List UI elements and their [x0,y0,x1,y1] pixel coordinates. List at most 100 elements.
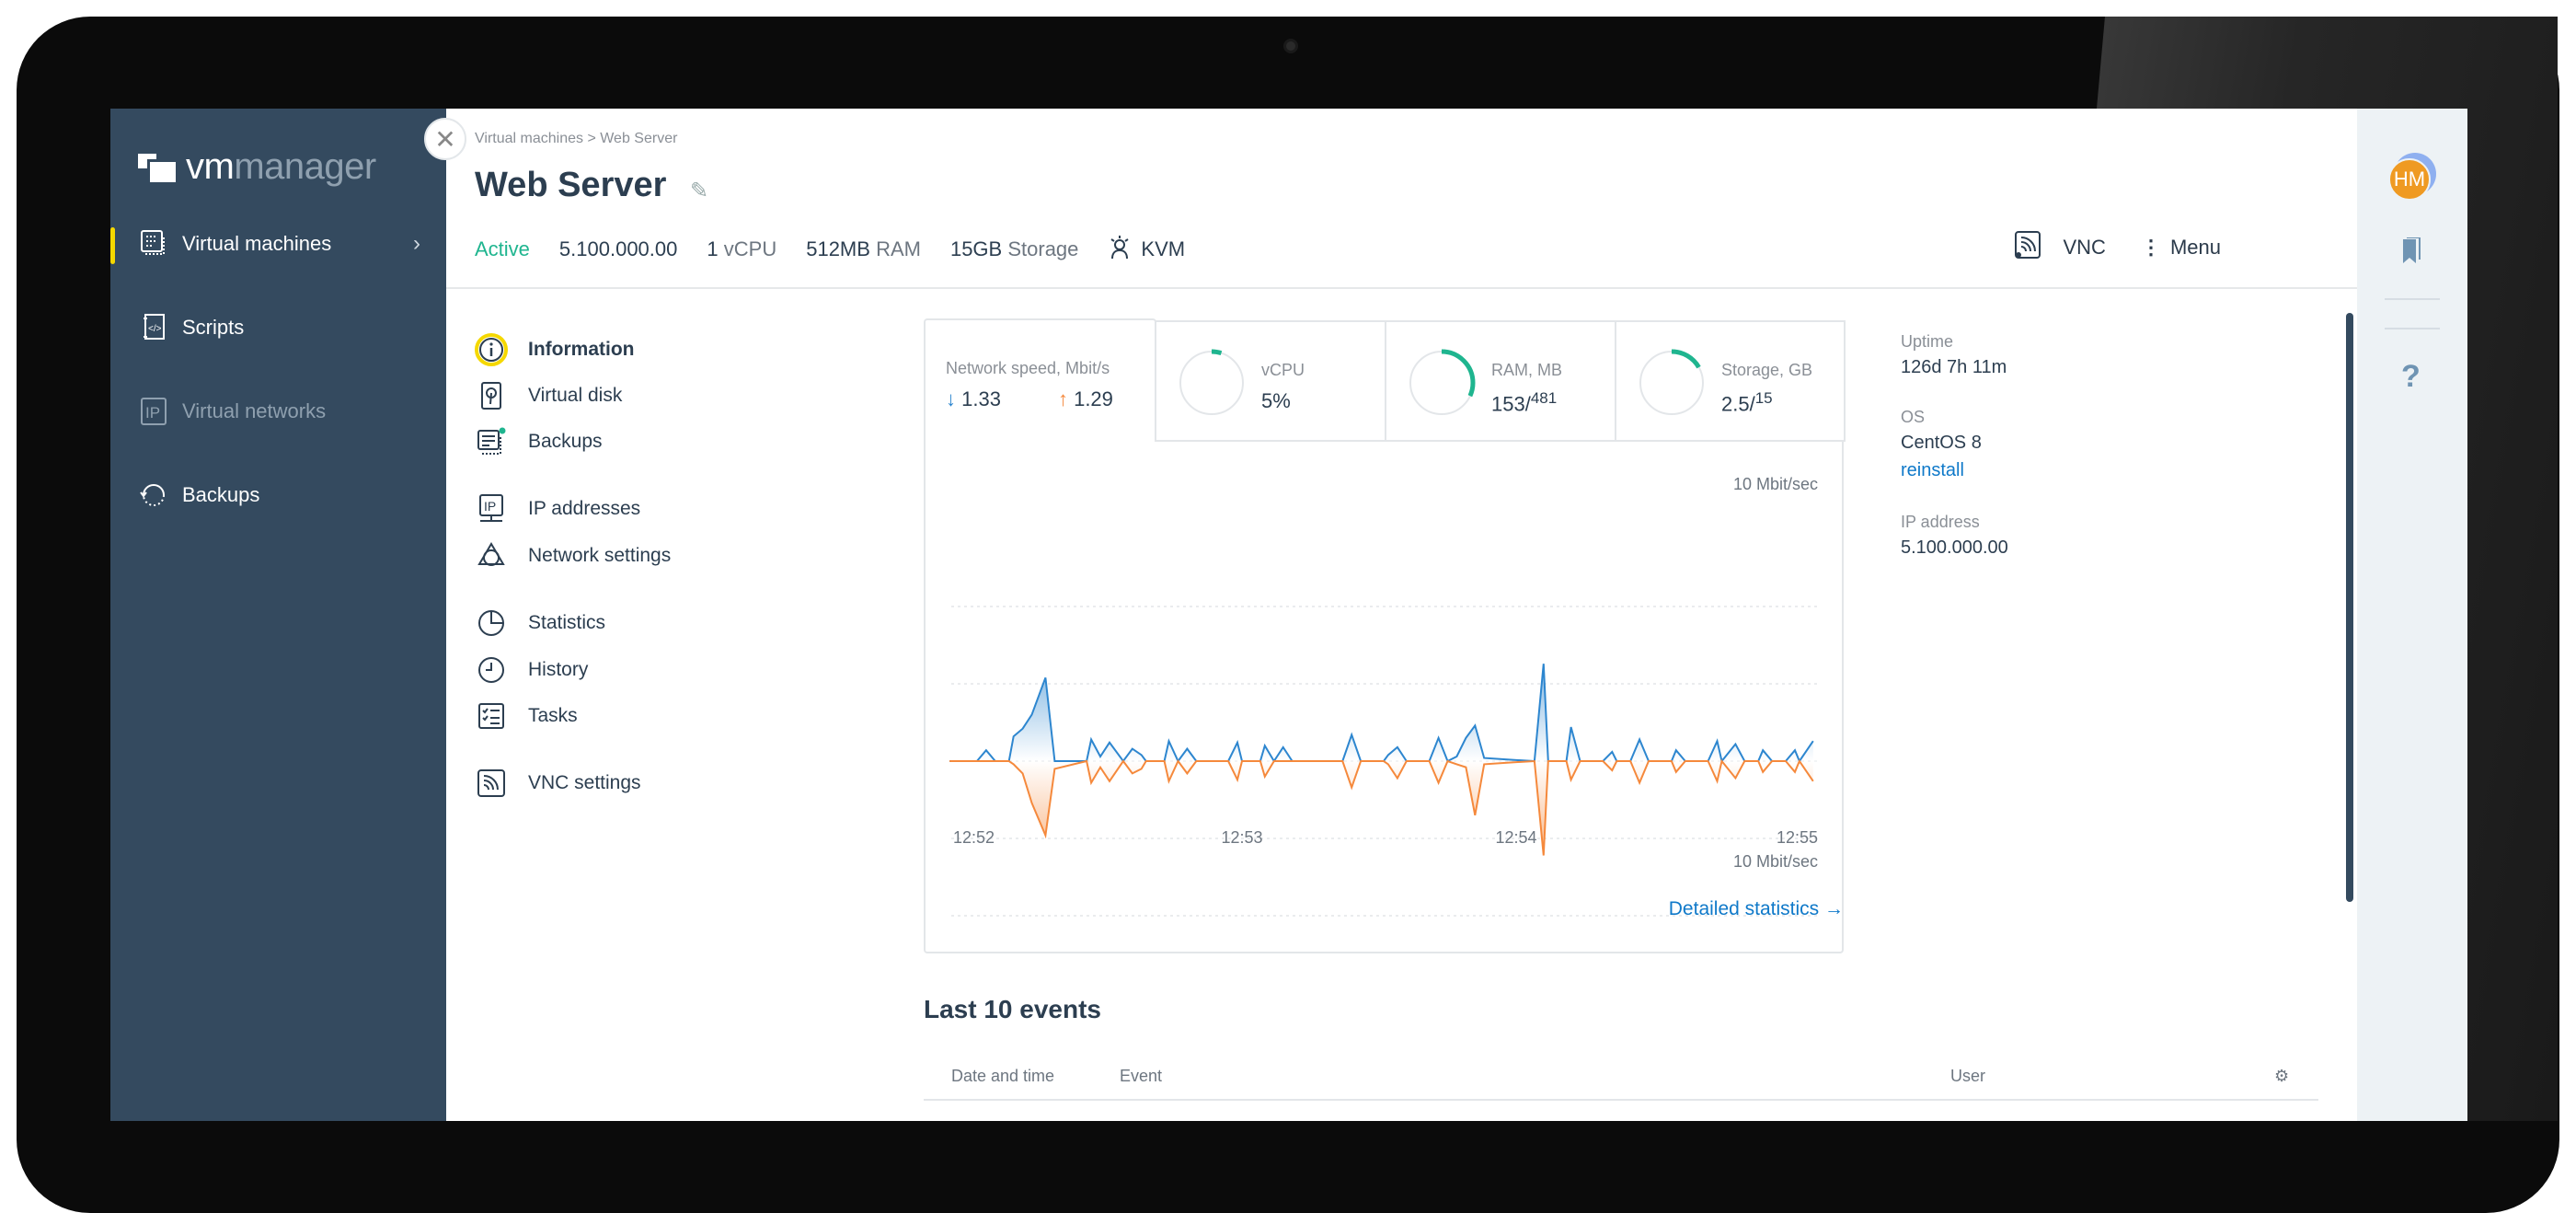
breadcrumb-virtual-machines[interactable]: Virtual machines [475,131,583,146]
avatar[interactable]: HM [2388,153,2436,202]
rail-divider [2385,298,2440,300]
vm-ip: 5.100.000.00 [558,237,678,260]
section-nav-information[interactable]: Information [475,331,635,368]
upload-area [949,761,1813,856]
os-value: CentOS 8 [1901,433,1982,453]
breadcrumb-separator: > [587,131,596,146]
column-user[interactable]: User [1950,1067,1985,1086]
uptime-label: Uptime [1901,332,1954,351]
download-line [949,664,1814,764]
storage-total: 15 [1754,389,1773,407]
vcpu-label: vCPU [1261,361,1305,379]
ram-ring [1408,349,1476,417]
table-header-divider [924,1099,2318,1101]
backup-icon [138,479,169,511]
column-event[interactable]: Event [1120,1067,1162,1086]
section-nav-ip-addresses[interactable]: IP IP addresses [475,491,640,527]
section-nav-history[interactable]: History [475,652,588,688]
section-nav-network-settings[interactable]: Network settings [475,537,671,574]
scrollbar[interactable] [2346,313,2353,902]
chevron-right-icon: › [413,231,420,256]
sidebar-item-backups[interactable]: Backups [110,468,446,523]
ram-used: 153/ [1491,392,1531,416]
sidebar-item-label: Scripts [182,316,245,339]
section-nav-label: Information [528,339,635,360]
svg-text:</>: </> [148,324,162,334]
info-icon [475,333,508,366]
tab-network-speed[interactable]: Network speed, Mbit/s ↓ 1.33 ↑ 1.29 [924,318,1156,442]
right-rail: HM ? [2357,109,2467,1121]
y-min-label: 10 Mbit/sec [1733,852,1818,871]
header-actions: VNC ⋮ Menu [2014,230,2221,265]
edit-pencil-icon[interactable]: ✎ [690,178,708,204]
vnc-button[interactable]: VNC [2014,230,2106,265]
logo-text-bold: vm [186,145,235,187]
bookmark-icon[interactable] [2399,237,2421,270]
pie-chart-icon [475,606,508,640]
sidebar-item-label: Virtual networks [182,399,327,422]
ip-label: IP address [1901,513,1980,531]
section-nav-label: Virtual disk [528,385,623,406]
y-max-label: 10 Mbit/sec [1733,475,1818,493]
tab-storage[interactable]: Storage, GB 2.5/15 [1615,320,1846,442]
page-title: Web Server [475,166,667,204]
os-label: OS [1901,408,1926,426]
script-icon: </> [138,312,169,343]
section-nav-label: Backups [528,431,603,452]
sidebar-item-virtual-networks[interactable]: IP Virtual networks [110,384,446,439]
svg-text:IP: IP [484,499,496,514]
events-title: Last 10 events [924,995,1101,1023]
app-window: vmmanager Virtual machines › </> Scripts… [110,109,2467,1121]
sidebar-item-virtual-machines[interactable]: Virtual machines › [110,216,446,271]
vm-summary: Active 5.100.000.00 1 vCPU 512MB RAM 15G… [475,234,1185,265]
header-divider [446,287,2357,289]
help-icon[interactable]: ? [2401,359,2421,395]
column-date-time[interactable]: Date and time [951,1067,1054,1086]
vm-storage: 15GB Storage [949,237,1079,260]
section-nav-label: VNC settings [528,772,641,793]
close-sidebar-button[interactable]: ✕ [424,118,466,160]
kvm-icon [1108,234,1132,265]
section-nav-label: Tasks [528,705,578,726]
vcpu-value: 5% [1261,389,1291,412]
vnc-icon [475,767,508,800]
section-nav-statistics[interactable]: Statistics [475,605,605,641]
section-nav-backups[interactable]: Backups [475,423,603,460]
sidebar-item-label: Virtual machines [182,232,332,255]
section-nav-vnc-settings[interactable]: VNC settings [475,765,641,802]
section-nav-tasks[interactable]: Tasks [475,698,578,734]
vm-vcpu: 1 vCPU [707,237,777,260]
sidebar-item-label: Backups [182,483,260,506]
ram-label: RAM, MB [1491,361,1563,379]
more-vertical-icon: ⋮ [2140,236,2161,259]
tasks-icon [475,699,508,733]
network-speed-label: Network speed, Mbit/s [946,359,1110,377]
section-nav-virtual-disk[interactable]: Virtual disk [475,377,622,414]
vm-hypervisor: KVM [1108,234,1185,265]
storage-label: Storage, GB [1721,361,1813,379]
ram-total: 481 [1530,389,1558,407]
section-nav-label: IP addresses [528,498,641,519]
arrow-up-icon: ↑ [1057,387,1068,410]
camera [1283,39,1298,53]
breadcrumb: Virtual machines > Web Server [475,131,677,147]
vcpu-ring [1178,349,1246,417]
ip-value: 5.100.000.00 [1901,537,2008,558]
table-settings-gear-icon[interactable]: ⚙ [2274,1067,2289,1086]
sidebar-item-scripts[interactable]: </> Scripts [110,300,446,355]
logo[interactable]: vmmanager [138,144,376,190]
tab-ram[interactable]: RAM, MB 153/481 [1385,320,1616,442]
breadcrumb-current: Web Server [600,131,678,146]
svg-text:IP: IP [145,404,160,422]
download-area [949,664,1813,761]
menu-button[interactable]: ⋮ Menu [2141,236,2221,260]
storage-used: 2.5/ [1721,392,1755,416]
reinstall-link[interactable]: reinstall [1901,460,1964,481]
logo-text-light: manager [234,145,376,187]
backup-server-icon [475,425,508,458]
detailed-statistics-link[interactable]: Detailed statistics → [1669,898,1844,920]
upload-speed: 1.29 [1074,387,1113,410]
download-speed: 1.33 [961,387,1001,410]
tab-vcpu[interactable]: vCPU 5% [1155,320,1386,442]
uptime-value: 126d 7h 11m [1901,357,2007,377]
